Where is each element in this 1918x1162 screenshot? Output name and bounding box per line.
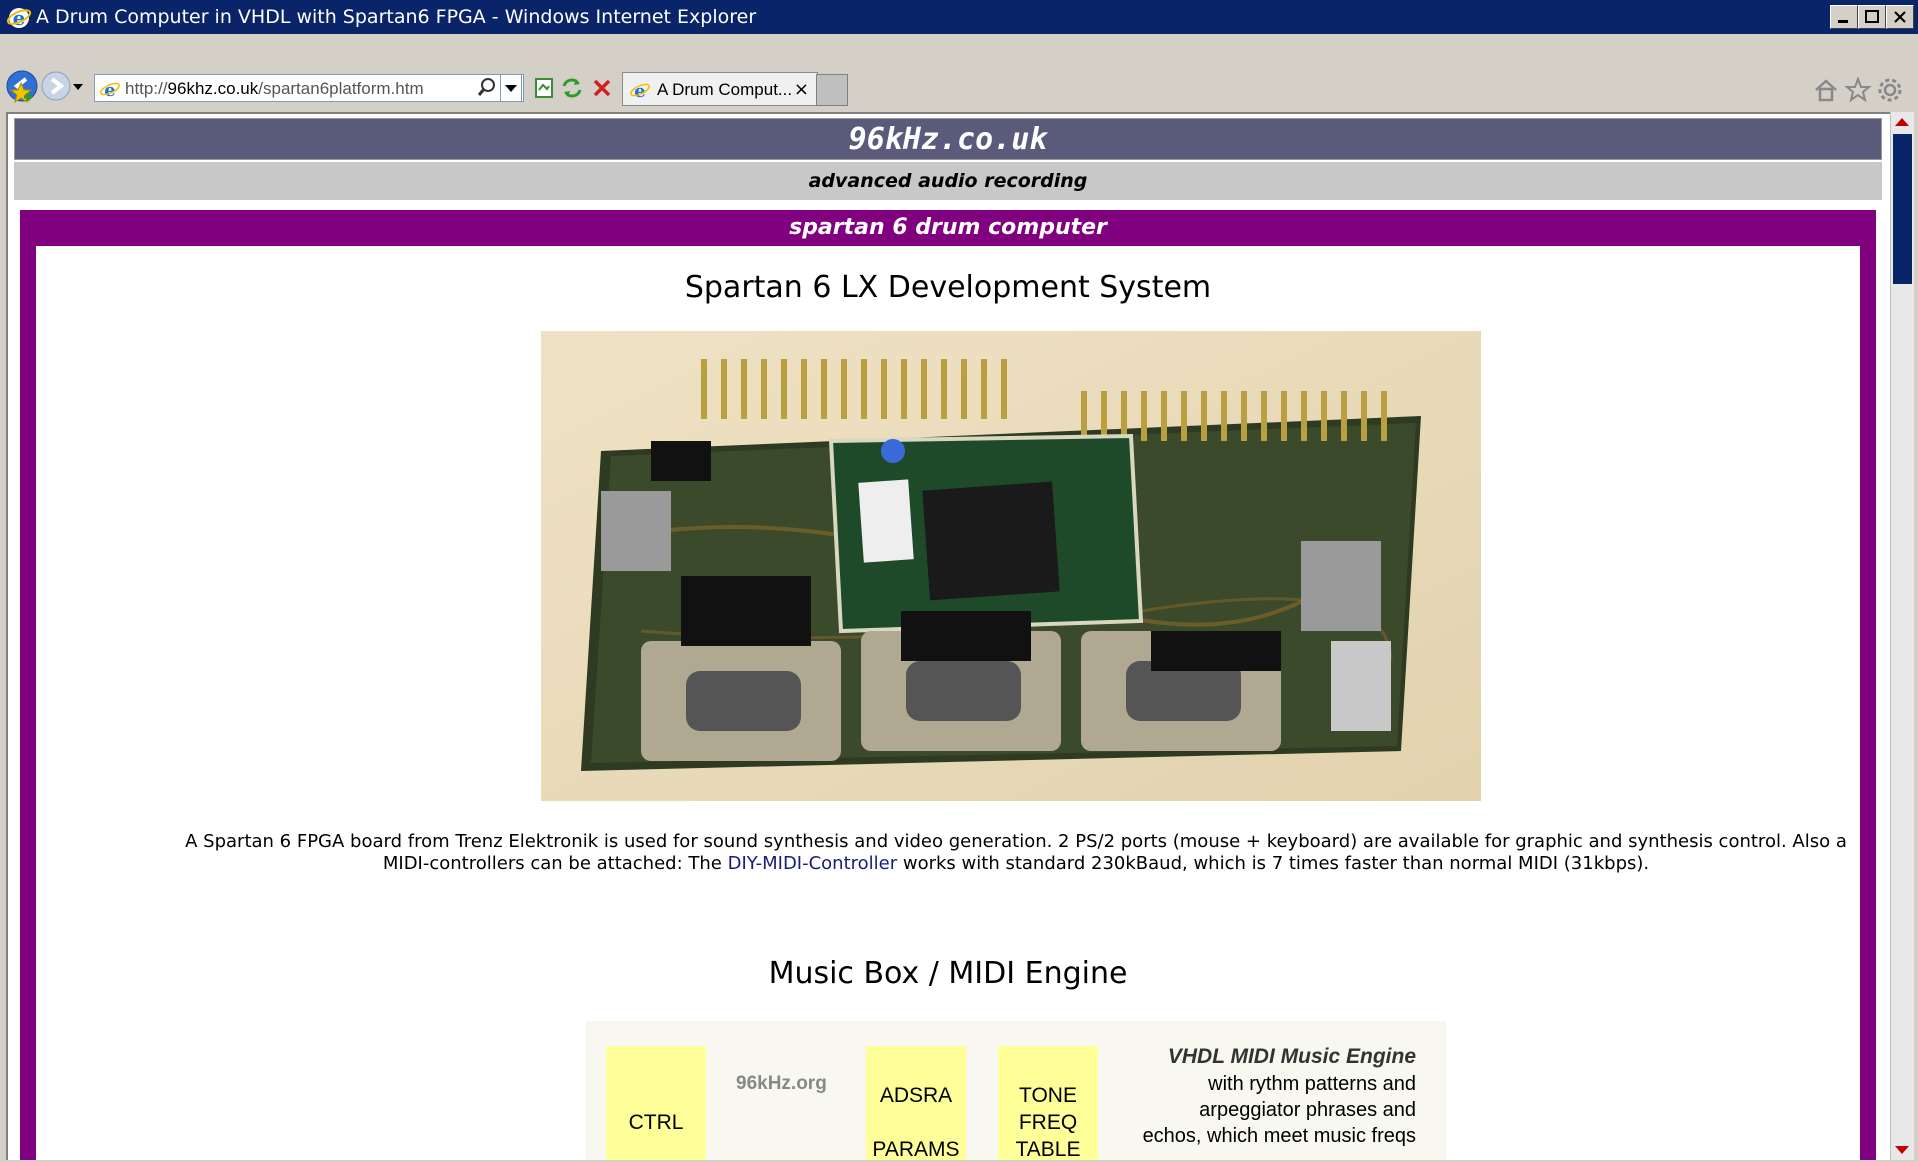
engine-line-3: echos, which meet music freqs: [1142, 1125, 1416, 1147]
tab-label: A Drum Comput...: [657, 80, 793, 99]
page-viewport: 96kHz.co.uk advanced audio recording spa…: [6, 112, 1890, 1160]
vertical-scrollbar[interactable]: [1890, 112, 1914, 1160]
paragraph-text-2: works with standard 230kBaud, which is 7…: [897, 853, 1650, 874]
scroll-up-arrow-icon[interactable]: [1895, 118, 1909, 126]
new-tab-button[interactable]: [816, 74, 848, 106]
site-name: 96kHz.co.uk: [14, 118, 1882, 160]
refresh-icon[interactable]: [560, 76, 584, 100]
search-icon[interactable]: [476, 76, 498, 98]
forward-button[interactable]: [40, 70, 72, 102]
heading-development-system: Spartan 6 LX Development System: [684, 270, 1212, 305]
tab-close-button[interactable]: ×: [794, 79, 809, 100]
scroll-thumb[interactable]: [1893, 134, 1912, 284]
tab-drum-computer[interactable]: e A Drum Comput... ×: [622, 72, 818, 106]
section-frame: spartan 6 drum computer Spartan 6 LX Dev…: [20, 210, 1876, 1160]
history-dropdown-icon[interactable]: [72, 82, 84, 92]
maximize-button[interactable]: [1858, 5, 1886, 29]
browser-toolbar: e http://96khz.co.uk/spartan6platform.ht…: [0, 34, 1918, 112]
engine-line-2: arpeggiator phrases and: [1199, 1099, 1416, 1121]
engine-line-1: with rythm patterns and: [1208, 1073, 1416, 1095]
close-icon: [1894, 11, 1906, 23]
internet-explorer-icon: e: [6, 6, 32, 30]
fpga-board-illustration: [541, 331, 1481, 801]
content-area: Spartan 6 LX Development System A Sparta…: [36, 246, 1860, 1160]
window-title-bar[interactable]: e A Drum Computer in VHDL with Spartan6 …: [0, 0, 1918, 34]
scroll-down-arrow-icon[interactable]: [1895, 1146, 1909, 1154]
adsra-block: ADSRA PARAMS: [866, 1046, 966, 1160]
address-bar[interactable]: e http://96khz.co.uk/spartan6platform.ht…: [94, 74, 524, 102]
favorites-star-icon[interactable]: [1844, 76, 1872, 104]
minimize-icon: [1838, 20, 1848, 23]
stop-icon[interactable]: [590, 76, 614, 100]
engine-title: VHDL MIDI Music Engine: [1167, 1045, 1416, 1068]
diagram-org-label: 96kHz.org: [736, 1073, 827, 1094]
window-title: A Drum Computer in VHDL with Spartan6 FP…: [36, 6, 757, 28]
home-icon[interactable]: [1812, 76, 1840, 104]
section-title: spartan 6 drum computer: [789, 215, 1107, 240]
chevron-down-icon: [505, 85, 517, 92]
address-dropdown-button[interactable]: [500, 74, 522, 102]
intro-paragraph: A Spartan 6 FPGA board from Trenz Elektr…: [176, 831, 1856, 875]
close-window-button[interactable]: [1886, 5, 1914, 29]
ctrl-block: CTRL: [606, 1046, 706, 1160]
address-url[interactable]: http://96khz.co.uk/spartan6platform.htm: [125, 79, 424, 99]
fpga-board-photo: [541, 331, 1481, 801]
tab-ie-icon: e: [630, 81, 650, 101]
minimize-button[interactable]: [1830, 5, 1858, 29]
maximize-icon: [1865, 10, 1879, 23]
site-tagline: advanced audio recording: [14, 162, 1882, 200]
gear-icon[interactable]: [1876, 76, 1904, 104]
heading-music-box: Music Box / MIDI Engine: [768, 956, 1128, 991]
add-favorites-icon[interactable]: [8, 80, 34, 106]
diy-midi-controller-link[interactable]: DIY-MIDI-Controller: [728, 853, 898, 874]
music-engine-diagram: CTRL 96kHz.org ADSRA PARAMS TONE FREQ TA…: [586, 1021, 1446, 1160]
page-ie-icon: e: [100, 80, 120, 100]
compatibility-view-icon[interactable]: [532, 76, 556, 100]
